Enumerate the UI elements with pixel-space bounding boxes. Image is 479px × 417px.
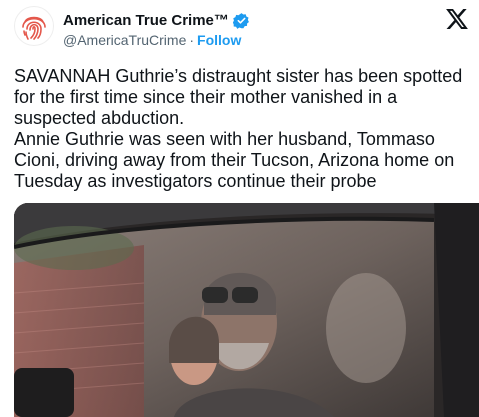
tweet-media-photo[interactable] [14,203,479,417]
avatar[interactable] [14,6,54,46]
x-logo-icon[interactable] [446,9,468,29]
handle[interactable]: @AmericaTruCrime [63,32,186,48]
display-name[interactable]: American True Crime™ [63,12,229,29]
fingerprint-icon [22,16,46,40]
name-row: American True Crime™ [63,10,250,30]
follow-button[interactable]: Follow [197,32,241,48]
tweet-header: American True Crime™ @AmericaTruCrime · Fo… [0,0,479,60]
tweet-paragraph-2: Annie Guthrie was seen with her husband,… [14,129,455,191]
verified-badge-icon [232,12,249,29]
tweet-paragraph-1: SAVANNAH Guthrie’s distraught sister has… [14,66,463,128]
tweet-text: SAVANNAH Guthrie’s distraught sister has… [14,66,469,192]
handle-row: @AmericaTruCrime · Follow [63,32,241,48]
car-window-photo [14,203,479,417]
separator-dot: · [189,32,195,48]
